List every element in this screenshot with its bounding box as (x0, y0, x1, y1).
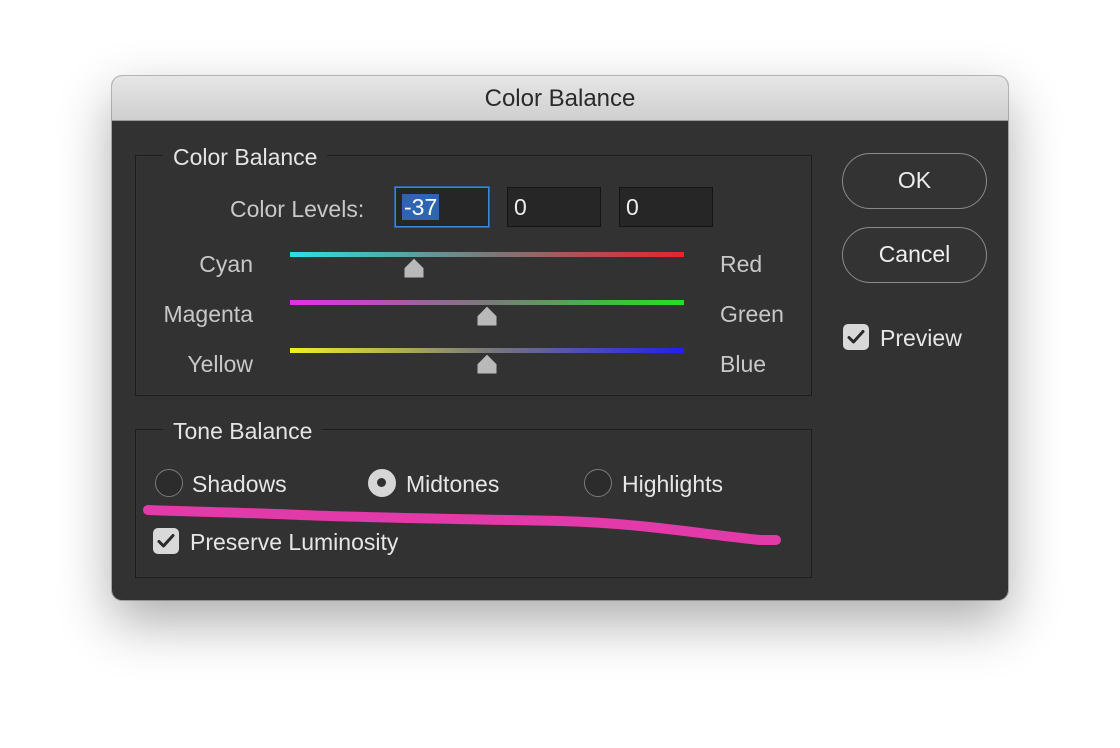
highlight-annotation-stroke (143, 505, 781, 545)
